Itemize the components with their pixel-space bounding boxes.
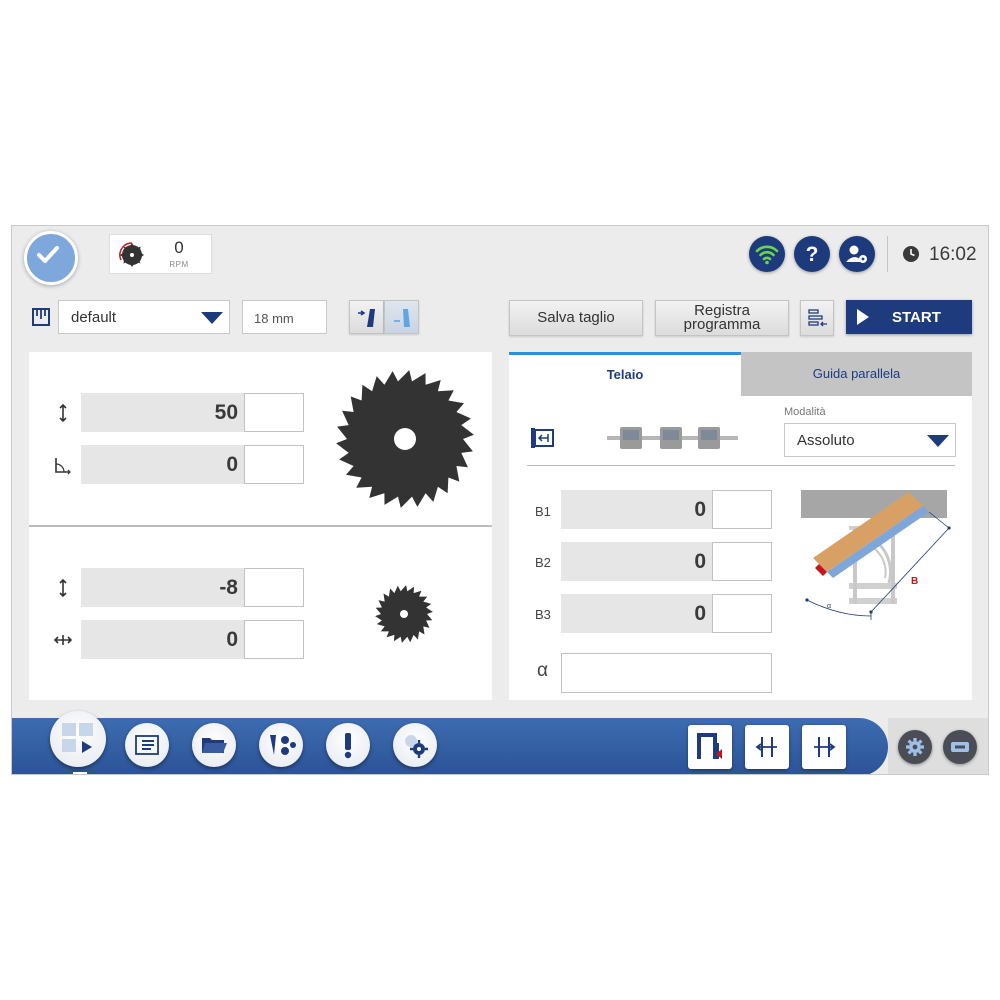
horizontal-move-icon xyxy=(53,635,73,645)
blade-height-display: 50 xyxy=(81,393,244,432)
clock-icon xyxy=(903,246,919,262)
profile-value: default xyxy=(71,309,117,326)
fence-right-button[interactable] xyxy=(802,725,846,769)
thickness-input[interactable]: 18 mm xyxy=(242,300,327,334)
tab-guida-parallela[interactable]: Guida parallela xyxy=(741,352,972,396)
folder-icon xyxy=(202,738,227,753)
scoring-height-display: -8 xyxy=(81,568,244,607)
frame-stop-icon xyxy=(531,428,554,448)
angle-icon xyxy=(55,458,71,475)
blade-tilt-right-icon xyxy=(394,309,410,327)
main-blade-panel: 50 0 xyxy=(29,352,492,527)
saw-blade-icon xyxy=(119,242,144,267)
scoring-height-input[interactable] xyxy=(244,568,304,607)
panel-separator xyxy=(527,465,955,466)
profile-select[interactable]: default xyxy=(58,300,230,334)
chevron-down-icon xyxy=(201,312,223,324)
rpm-value: 0 xyxy=(174,238,184,257)
confirm-check-button[interactable] xyxy=(24,231,78,285)
mode-label: Modalità xyxy=(784,406,826,418)
question-icon: ? xyxy=(806,243,819,266)
main-saw-blade-icon xyxy=(336,370,474,508)
frame-diagram: B α xyxy=(801,490,951,620)
scoring-blade-panel: -8 0 xyxy=(29,527,492,700)
vertical-arrows-icon xyxy=(59,403,67,423)
sequence-list-button[interactable] xyxy=(800,300,834,336)
program-run-icon xyxy=(62,723,93,753)
program-list-button[interactable] xyxy=(125,723,169,767)
fence-left-icon xyxy=(755,737,777,757)
svg-text:α: α xyxy=(827,603,831,610)
play-icon xyxy=(857,309,869,325)
b3-display: 0 xyxy=(561,594,712,633)
vertical-arrows-icon xyxy=(59,578,67,598)
scoring-horizontal-input[interactable] xyxy=(244,620,304,659)
wifi-icon xyxy=(755,245,779,265)
svg-text:?: ? xyxy=(806,243,819,266)
tab-telaio[interactable]: Telaio xyxy=(509,352,741,396)
alerts-button[interactable] xyxy=(326,723,370,767)
alert-icon xyxy=(344,733,352,759)
b2-input[interactable] xyxy=(712,542,772,581)
blade-angle-input[interactable] xyxy=(244,445,304,484)
user-button[interactable] xyxy=(839,236,875,272)
machine-screen: 0 RPM ? 16:02 default 18 mm Salva taglio… xyxy=(11,225,989,775)
mode-select[interactable]: Assoluto xyxy=(784,423,956,457)
register-program-button[interactable]: Registra programma xyxy=(655,300,789,336)
tools-button[interactable] xyxy=(259,723,303,767)
start-button[interactable]: START xyxy=(846,300,972,334)
settings-button[interactable] xyxy=(393,723,437,767)
check-icon xyxy=(37,246,59,263)
frame-icon xyxy=(697,733,722,759)
active-indicator xyxy=(73,772,87,774)
wifi-button[interactable] xyxy=(749,236,785,272)
keyboard-icon xyxy=(951,742,969,752)
save-cut-button[interactable]: Salva taglio xyxy=(509,300,643,336)
rpm-indicator: 0 RPM xyxy=(109,234,212,274)
profile-icon xyxy=(32,308,50,326)
scoring-horizontal-display: 0 xyxy=(81,620,244,659)
blade-tilt-left-button[interactable] xyxy=(349,300,384,334)
b1-input[interactable] xyxy=(712,490,772,529)
mode-value: Assoluto xyxy=(797,432,855,449)
blade-height-input[interactable] xyxy=(244,393,304,432)
keyboard-button[interactable] xyxy=(943,730,977,764)
rpm-unit-label: RPM xyxy=(169,260,189,269)
clock-time: 16:02 xyxy=(929,244,977,265)
b2-display: 0 xyxy=(561,542,712,581)
user-settings-icon xyxy=(846,245,867,263)
list-icon xyxy=(135,735,159,755)
blade-tilt-right-button[interactable] xyxy=(384,300,419,334)
stops-rail-icon xyxy=(607,427,738,449)
diagram-b-label: B xyxy=(911,576,918,587)
b1-display: 0 xyxy=(561,490,712,529)
settings-icon xyxy=(405,735,428,758)
scoring-saw-blade-icon xyxy=(375,585,433,643)
register-program-label-line2: programma xyxy=(683,316,761,333)
header-separator xyxy=(887,236,888,272)
frame-position-button[interactable] xyxy=(688,725,732,769)
chevron-down-icon xyxy=(927,435,949,447)
help-button[interactable]: ? xyxy=(794,236,830,272)
fence-left-button[interactable] xyxy=(745,725,789,769)
blade-tilt-left-icon xyxy=(358,309,375,327)
list-sort-icon xyxy=(808,309,827,327)
system-settings-button[interactable] xyxy=(898,730,932,764)
gear-icon xyxy=(906,738,924,756)
tools-icon xyxy=(270,735,296,755)
alpha-label: α xyxy=(537,660,548,681)
alpha-input[interactable] xyxy=(561,653,772,693)
start-label: START xyxy=(892,309,941,326)
b3-input[interactable] xyxy=(712,594,772,633)
program-run-button[interactable] xyxy=(50,711,106,767)
fence-right-icon xyxy=(814,737,836,757)
positioning-panel: Telaio Guida parallela Modalità Assoluto… xyxy=(509,352,972,700)
blade-angle-display: 0 xyxy=(81,445,244,484)
open-folder-button[interactable] xyxy=(192,723,236,767)
